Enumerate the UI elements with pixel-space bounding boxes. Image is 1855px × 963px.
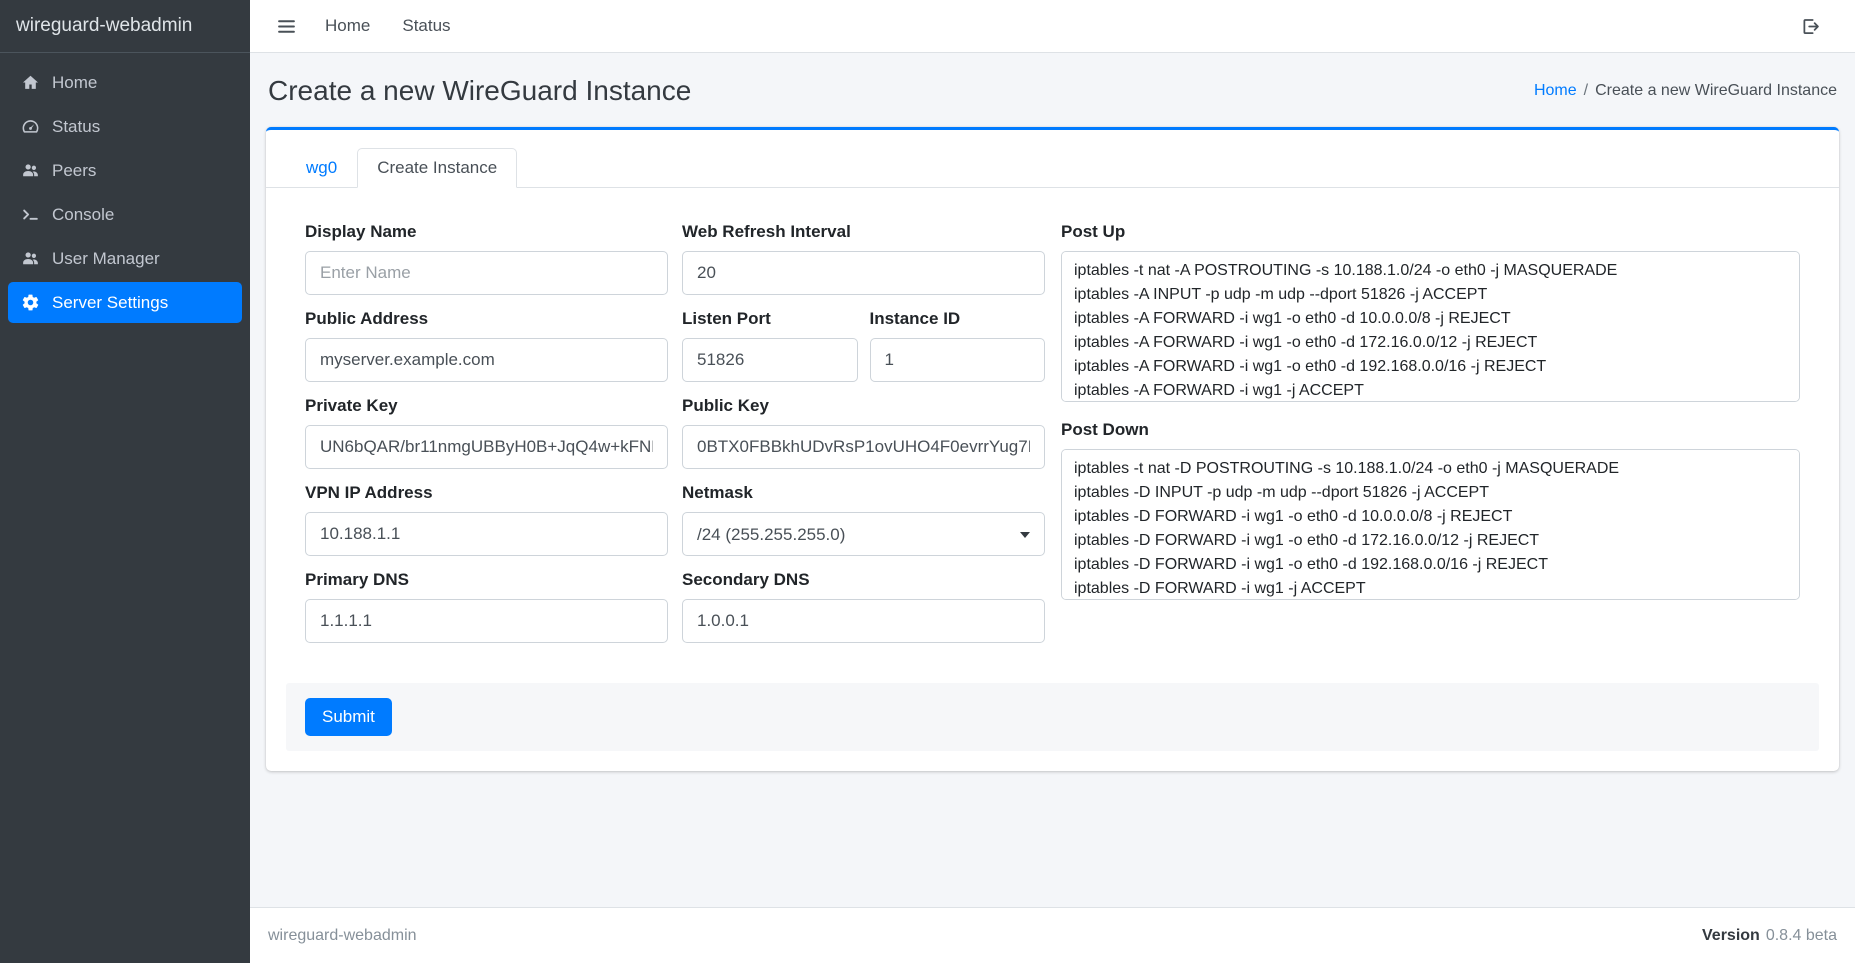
breadcrumb: Home / Create a new WireGuard Instance [1534,82,1837,100]
sidebar-item-label: Console [52,205,114,225]
field-public-address: Public Address [305,309,668,382]
card-body: Display Name Web Refresh Interval [266,188,1839,771]
logout-button[interactable] [1790,10,1831,43]
users-gear-icon [19,249,41,268]
home-icon [19,73,41,92]
breadcrumb-home-link[interactable]: Home [1534,82,1577,99]
sidebar-brand[interactable]: wireguard-webadmin [0,0,250,53]
users-icon [19,161,41,180]
tab-wg0[interactable]: wg0 [286,148,357,188]
main-area: Home Status Create a new WireGuard Insta… [250,0,1855,963]
web-refresh-interval-label: Web Refresh Interval [682,222,1045,242]
listen-port-input[interactable] [682,338,858,382]
page-footer: wireguard-webadmin Version 0.8.4 beta [250,907,1855,963]
field-display-name: Display Name [305,222,668,295]
sidebar-item-label: Server Settings [52,293,168,313]
sidebar-item-label: Peers [52,161,96,181]
field-post-up: Post Up iptables -t nat -A POSTROUTING -… [1061,222,1800,402]
post-down-label: Post Down [1061,420,1800,440]
field-private-key: Private Key [305,396,668,469]
page-title: Create a new WireGuard Instance [268,75,691,107]
netmask-label: Netmask [682,483,1045,503]
field-primary-dns: Primary DNS [305,570,668,643]
card-footer: Submit [286,683,1819,751]
field-netmask: Netmask /24 (255.255.255.0) [682,483,1045,556]
sidebar-toggle-button[interactable] [266,10,307,43]
public-key-label: Public Key [682,396,1045,416]
web-refresh-interval-input[interactable] [682,251,1045,295]
display-name-input[interactable] [305,251,668,295]
terminal-icon [19,205,41,224]
field-instance-id: Instance ID [870,309,1046,382]
public-key-input[interactable] [682,425,1045,469]
app-window: wireguard-webadmin Home Status Peers [0,0,1855,963]
secondary-dns-label: Secondary DNS [682,570,1045,590]
instance-card: wg0 Create Instance Display Name [266,127,1839,771]
instance-id-input[interactable] [870,338,1046,382]
sidebar-item-label: Home [52,73,97,93]
sidebar-item-status[interactable]: Status [8,106,242,147]
sidebar-item-label: Status [52,117,100,137]
gears-icon [19,293,41,312]
field-listen-port: Listen Port [682,309,858,382]
page-header: Create a new WireGuard Instance Home / Cre… [268,75,1837,107]
sidebar-menu: Home Status Peers Console [0,53,250,335]
sidebar-item-user-manager[interactable]: User Manager [8,238,242,279]
footer-version: Version 0.8.4 beta [1702,927,1837,945]
netmask-select-wrap: /24 (255.255.255.0) [682,512,1045,556]
public-address-input[interactable] [305,338,668,382]
sidebar-item-home[interactable]: Home [8,62,242,103]
footer-version-label: Version [1702,927,1760,945]
field-web-refresh-interval: Web Refresh Interval [682,222,1045,295]
menu-icon [276,16,297,37]
content-wrapper: Create a new WireGuard Instance Home / Cre… [250,53,1855,907]
sidebar-item-server-settings[interactable]: Server Settings [8,282,242,323]
instance-form: Display Name Web Refresh Interval [286,208,1819,657]
private-key-label: Private Key [305,396,668,416]
form-fields: Display Name Web Refresh Interval [305,222,1045,657]
tachometer-icon [19,117,41,136]
instance-id-label: Instance ID [870,309,1046,329]
footer-version-value: 0.8.4 beta [1766,927,1837,945]
topnav-link-status[interactable]: Status [388,10,464,42]
netmask-select[interactable]: /24 (255.255.255.0) [682,512,1045,556]
topnav-link-home[interactable]: Home [311,10,384,42]
sidebar: wireguard-webadmin Home Status Peers [0,0,250,963]
top-navbar: Home Status [250,0,1855,53]
tab-create-instance[interactable]: Create Instance [357,148,517,188]
field-port-and-id: Listen Port Instance ID [682,309,1045,382]
field-public-key: Public Key [682,396,1045,469]
submit-button[interactable]: Submit [305,698,392,736]
logout-icon [1800,16,1821,37]
listen-port-label: Listen Port [682,309,858,329]
breadcrumb-separator: / [1584,82,1588,99]
secondary-dns-input[interactable] [682,599,1045,643]
vpn-ip-address-label: VPN IP Address [305,483,668,503]
post-down-textarea[interactable]: iptables -t nat -D POSTROUTING -s 10.188… [1061,449,1800,600]
sidebar-item-console[interactable]: Console [8,194,242,235]
field-vpn-ip-address: VPN IP Address [305,483,668,556]
breadcrumb-current: Create a new WireGuard Instance [1595,82,1837,99]
post-up-textarea[interactable]: iptables -t nat -A POSTROUTING -s 10.188… [1061,251,1800,402]
sidebar-item-peers[interactable]: Peers [8,150,242,191]
footer-brand: wireguard-webadmin [268,927,417,945]
instance-tabs: wg0 Create Instance [266,130,1839,188]
public-address-label: Public Address [305,309,668,329]
form-scripts: Post Up iptables -t nat -A POSTROUTING -… [1061,222,1800,657]
field-post-down: Post Down iptables -t nat -D POSTROUTING… [1061,420,1800,600]
field-secondary-dns: Secondary DNS [682,570,1045,643]
vpn-ip-address-input[interactable] [305,512,668,556]
sidebar-item-label: User Manager [52,249,160,269]
post-up-label: Post Up [1061,222,1800,242]
private-key-input[interactable] [305,425,668,469]
primary-dns-input[interactable] [305,599,668,643]
display-name-label: Display Name [305,222,668,242]
primary-dns-label: Primary DNS [305,570,668,590]
